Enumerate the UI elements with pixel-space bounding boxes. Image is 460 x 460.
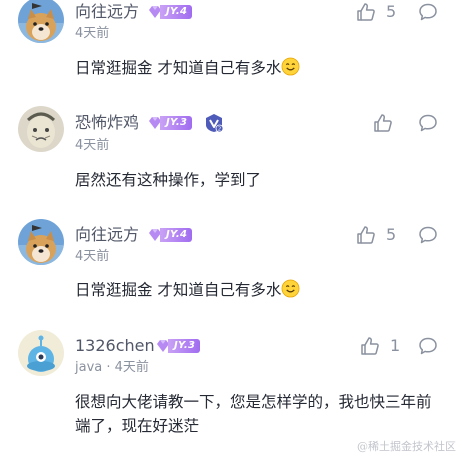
level-badge: JY.3 (148, 115, 193, 131)
comment-item: 恐怖炸鸡 JY.3 2 4天前 居然还有这种操作，学到了 (0, 100, 460, 210)
smile-emoji-icon (282, 279, 300, 298)
comment-body: 很想向大佬请教一下，您是怎样学的，我也快三年前端了，现在好迷茫 (75, 393, 432, 435)
comment-text: 很想向大佬请教一下，您是怎样学的，我也快三年前端了，现在好迷茫 (75, 390, 445, 438)
level-badge: JY.4 (148, 4, 193, 20)
comment-time: 4天前 (75, 249, 110, 264)
avatar[interactable] (18, 0, 64, 43)
thumbs-up-icon[interactable] (373, 113, 393, 133)
svg-text:2: 2 (218, 127, 222, 133)
comment-item: 向往远方 JY.4 4天前 5 日常逛掘金 才知道自己有多水 (0, 210, 460, 320)
like-count: 1 (390, 336, 401, 355)
comment-text: 日常逛掘金 才知道自己有多水 (75, 56, 445, 80)
comment-text: 居然还有这种操作，学到了 (75, 168, 445, 192)
comment-bubble-icon[interactable] (418, 225, 438, 245)
comment-time: 4天前 (75, 138, 110, 153)
thumbs-up-icon[interactable] (360, 336, 380, 356)
thumbs-up-icon[interactable] (356, 225, 376, 245)
comment-body: 居然还有这种操作，学到了 (75, 171, 262, 189)
vip-badge-icon: 2 (206, 114, 224, 133)
username[interactable]: 恐怖炸鸡 (75, 113, 139, 133)
comment-time: 4天前 (75, 26, 110, 41)
watermark: @稀土掘金技术社区 (357, 440, 456, 453)
like-count: 5 (386, 2, 397, 21)
comment-bubble-icon[interactable] (418, 336, 438, 356)
comment-body: 日常逛掘金 才知道自己有多水 (75, 281, 282, 299)
level-label: JY.4 (160, 228, 193, 242)
avatar[interactable] (18, 106, 64, 152)
username[interactable]: 向往远方 (75, 225, 139, 245)
smile-emoji-icon (282, 57, 300, 76)
comment-bubble-icon[interactable] (418, 2, 438, 22)
thumbs-up-icon[interactable] (356, 2, 376, 22)
comment-text: 日常逛掘金 才知道自己有多水 (75, 278, 445, 302)
comment-time: java · 4天前 (75, 360, 149, 375)
username[interactable]: 向往远方 (75, 2, 139, 22)
comment-body: 日常逛掘金 才知道自己有多水 (75, 59, 282, 77)
level-label: JY.4 (160, 5, 193, 19)
like-count: 5 (386, 225, 397, 244)
level-label: JY.3 (160, 116, 193, 130)
level-badge: JY.3 (156, 338, 201, 354)
avatar[interactable] (18, 330, 64, 376)
level-label: JY.3 (168, 339, 201, 353)
comment-item: 向往远方 JY.4 4天前 5 日常逛掘金 才知道自己有多水 (0, 0, 460, 100)
comment-bubble-icon[interactable] (418, 113, 438, 133)
username[interactable]: 1326chen (75, 336, 155, 356)
level-badge: JY.4 (148, 227, 193, 243)
avatar[interactable] (18, 219, 64, 265)
